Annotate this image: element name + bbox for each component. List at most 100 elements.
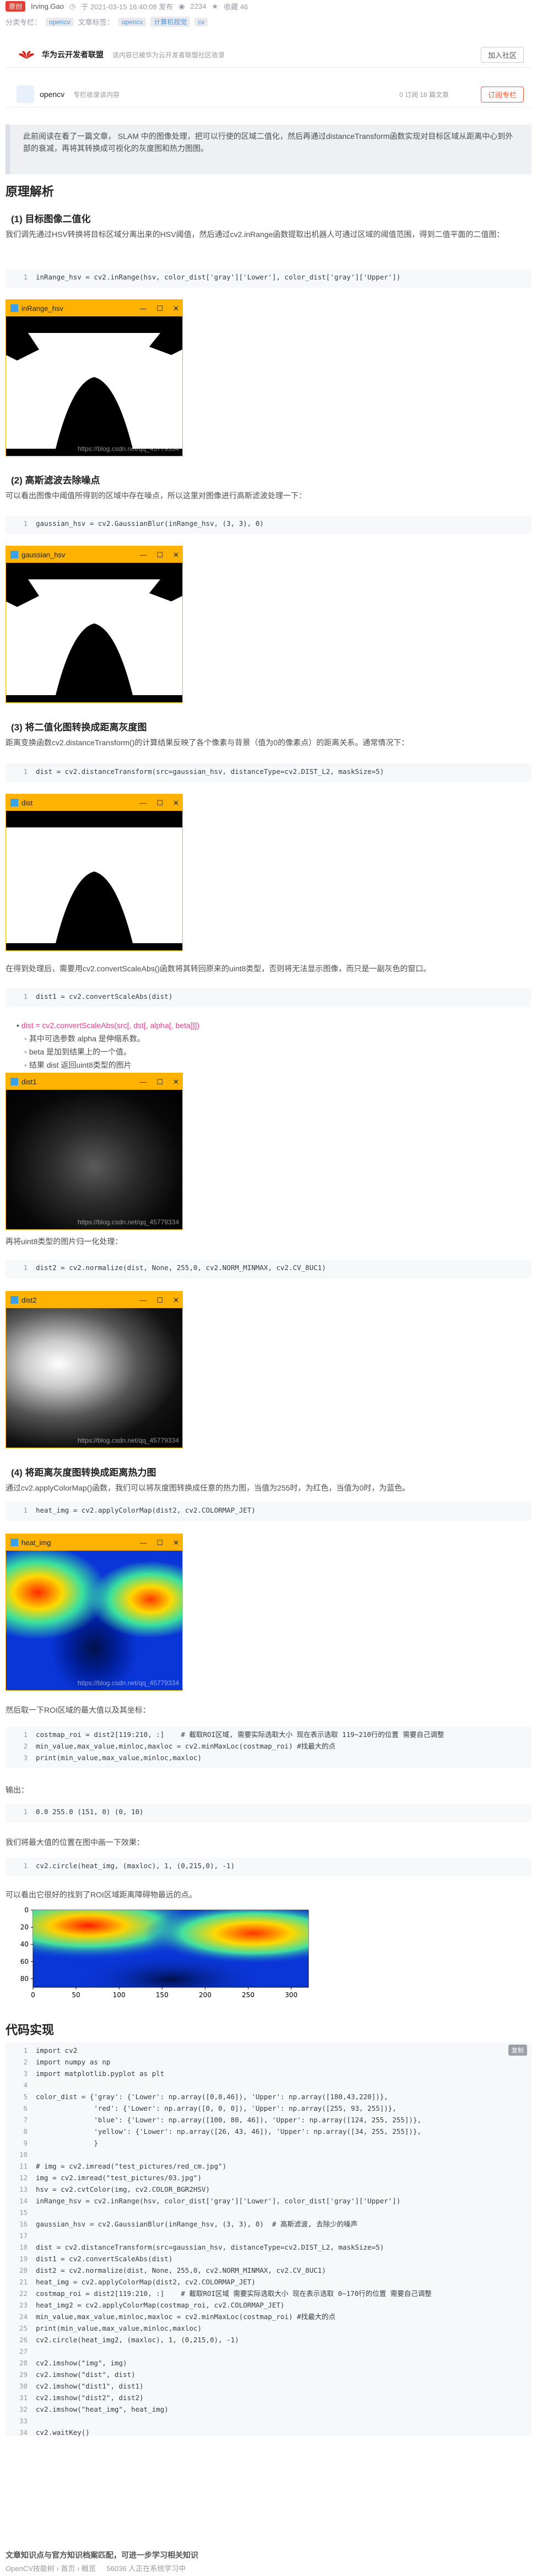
maximize-icon[interactable]: ☐ [156,1539,163,1547]
code-block-inrange: 1 inRange_hsv = cv2.inRange(hsv, color_di… [6,269,531,288]
cv-window-heat[interactable]: heat_img — ☐ ✕ https://blog.csdn.net/qq_45… [6,1534,183,1691]
close-icon[interactable]: ✕ [173,1078,179,1087]
window-title: gaussian_hsv [21,550,66,559]
article-meta: 原创 Irving.Gao ◷ 于 2021-03-15 16:40:08 发布… [6,0,531,33]
code-line: 5 color_dist = {'gray': {'Lower': np.arra… [6,2091,531,2102]
cv-window-dist2[interactable]: dist2 — ☐ ✕ https://blog.csdn.net/qq_45779… [6,1291,183,1448]
tag-cv-vision[interactable]: 计算机视觉 [150,17,191,27]
tag-cv[interactable]: cv [194,17,208,26]
close-icon[interactable]: ✕ [173,1539,179,1547]
code-line: 4 [6,2079,531,2091]
code-text: cv2.imshow("dist", dist) [36,2370,135,2379]
maximize-icon[interactable]: ☐ [156,551,163,560]
maximize-icon[interactable]: ☐ [156,1296,163,1305]
maximize-icon[interactable]: ☐ [156,1078,163,1087]
code-line: 20 dist2 = cv2.normalize(dist, None, 255,… [6,2265,531,2276]
code-line: 31 cv2.imshow("dist2", dist2) [6,2392,531,2403]
footer-path[interactable]: OpenCV技能树 › 首页 › 概览 [6,2564,96,2573]
code-line: 32 cv2.imshow("heat_img", heat_img) [6,2403,531,2415]
code-text: print(min_value,max_value,minloc,maxloc) [36,2324,202,2332]
x-tick-label: 100 [113,1991,126,1999]
code-text: gaussian_hsv = cv2.GaussianBlur(inRange_… [36,2220,358,2228]
code-text: import cv2 [36,2046,78,2055]
code-line: 2 import numpy as np [6,2056,531,2068]
code-block-dist2: 1 dist2 = cv2.normalize(dist, None, 255,0… [6,1260,531,1278]
code-text: cv2.circle(heat_img2, (maxloc), 1, (0,21… [36,2336,239,2344]
footer-learners: 56036 人正在系统学习中 [106,2564,186,2573]
publish-time: 于 2021-03-15 16:40:08 发布 [81,3,173,11]
line-number: 16 [19,2220,28,2228]
line-number: 34 [19,2428,28,2437]
para-heatmap: 通过cv2.applyColorMap()函数，我们可以将灰度图转换成任意的热力… [6,1483,410,1492]
code-line: 21 heat_img = cv2.applyColorMap(dist2, cv… [6,2276,531,2288]
community-desc: 该内容已被华为云开发者联盟社区收录 [112,51,225,59]
close-icon[interactable]: ✕ [173,1296,179,1305]
close-icon[interactable]: ✕ [173,799,179,808]
code-line: 16 gaussian_hsv = cv2.GaussianBlur(inRang… [6,2218,531,2230]
code-line: 34 cv2.waitKey() [6,2427,531,2438]
code-line: 10 [6,2149,531,2160]
code-line: 8 'yellow': {'Lower': np.array([26, 43, … [6,2126,531,2137]
cv-window-dist[interactable]: dist — ☐ ✕ [6,794,183,951]
column-cover-icon [17,85,34,103]
code-text: heat_img = cv2.applyColorMap(dist2, cv2.… [36,2278,256,2286]
heatmap-svg: 0 50 100 150 200 250 300 0 20 40 60 80 [20,1906,309,1999]
binary-image [6,316,182,456]
window-title: heat_img [21,1538,51,1547]
footer-path-row: OpenCV技能树 › 首页 › 概览 56036 人正在系统学习中 [6,2563,531,2573]
line-number: 1 [23,2046,28,2055]
code-line: 22 costmap_roi = dist2[119:210, :] # 截取RO… [6,2288,531,2299]
maximize-icon[interactable]: ☐ [156,799,163,808]
line-number: 8 [23,2127,28,2136]
line-number: 4 [23,2081,28,2089]
watermark: https://blog.csdn.net/qq_45779334 [77,1437,179,1444]
code-line: cv2.circle(heat_img, (maxloc), 1, (0,215… [36,1862,235,1870]
code-text: color_dist = {'gray': {'Lower': np.array… [36,2093,388,2101]
line-number: 10 [19,2150,28,2159]
line-number: 2 [23,2058,28,2066]
category-label: 分类专栏： [6,18,42,26]
minimize-icon[interactable]: — [139,799,147,808]
code-line: inRange_hsv = cv2.inRange(hsv, color_dis… [36,273,401,281]
code-line: 19 dist1 = cv2.convertScaleAbs(dist) [6,2253,531,2265]
code-line: 1 import cv2 [6,2045,531,2056]
minimize-icon[interactable]: — [139,1539,147,1547]
x-tick-label: 250 [242,1991,254,1999]
y-tick-label: 40 [20,1940,29,1948]
y-tick-label: 60 [20,1957,29,1965]
minimize-icon[interactable]: — [139,1296,147,1305]
star-icon: ★ [211,2,219,10]
code-text: # img = cv2.imread("test_pictures/red_cm… [36,2162,227,2170]
close-icon[interactable]: ✕ [173,304,179,313]
tags-label: 文章标签： [78,18,114,26]
author-link[interactable]: Irving.Gao [31,2,64,10]
code-line: 14 inRange_hsv = cv2.inRange(hsv, color_d… [6,2195,531,2207]
eye-icon: ◉ [178,2,185,10]
column-name[interactable]: opencv [40,90,64,99]
cv-window-inrange[interactable]: inRange_hsv — ☐ ✕ https://blog.csdn.net/qq… [6,299,183,456]
favorites-count[interactable]: 收藏 46 [224,1,248,12]
code-text: cv2.imshow("dist2", dist2) [36,2394,144,2402]
original-badge: 原创 [6,1,26,12]
para-binarize: 我们调先通过HSV转换将目标区域分离出来的HSV阈值，然后通过cv2.inRan… [6,230,505,239]
minimize-icon[interactable]: — [139,304,147,313]
tag-opencv[interactable]: opencv [118,17,147,26]
code-line: gaussian_hsv = cv2.GaussianBlur(inRange_… [36,519,264,528]
line-number: 31 [19,2394,28,2402]
community-name[interactable]: 华为云开发者联盟 [42,49,104,60]
bullet-formula: • dist = cv2.convertScaleAbs(src[, dst[,… [17,1021,200,1030]
maximize-icon[interactable]: ☐ [156,304,163,313]
minimize-icon[interactable]: — [139,1078,147,1087]
category-tag[interactable]: opencv [46,17,74,26]
code-text: img = cv2.imread("test_pictures/03.jpg") [36,2174,202,2182]
cv-window-gaussian[interactable]: gaussian_hsv — ☐ ✕ [6,546,183,703]
minimize-icon[interactable]: — [139,551,147,560]
cv-window-dist1[interactable]: dist1 — ☐ ✕ https://blog.csdn.net/qq_45779… [6,1073,183,1230]
code-line: 17 [6,2230,531,2241]
line-number: 26 [19,2336,28,2344]
close-icon[interactable]: ✕ [173,551,179,560]
subscribe-column-button[interactable]: 订阅专栏 [480,86,524,103]
line-number: 6 [23,2104,28,2112]
convert-bullets: • dist = cv2.convertScaleAbs(src[, dst[,… [17,1019,199,1072]
join-community-button[interactable]: 加入社区 [480,46,524,63]
